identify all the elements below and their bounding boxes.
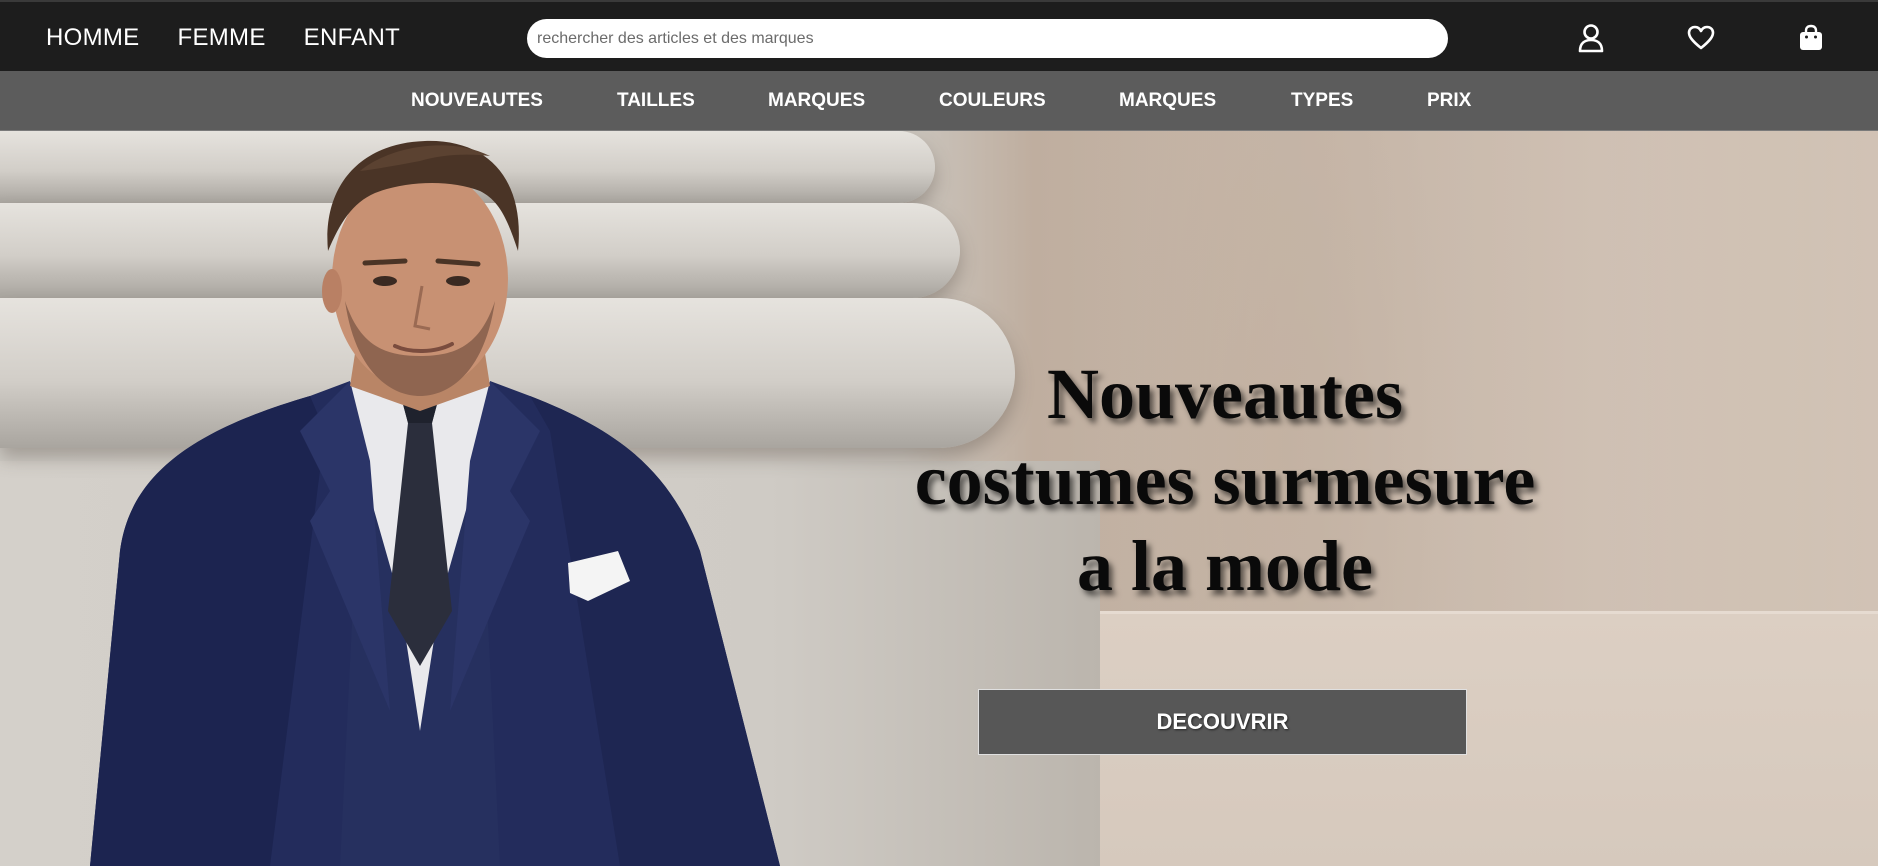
category-nouveautes[interactable]: NOUVEAUTES: [411, 71, 543, 131]
hero-title-line-1: Nouveautes: [1047, 354, 1403, 434]
account-button[interactable]: [1574, 21, 1608, 55]
shopping-bag-icon: [1800, 24, 1822, 50]
search-input[interactable]: [527, 19, 1448, 58]
hero-model-image: [90, 140, 780, 866]
nav-homme[interactable]: HOMME: [46, 24, 140, 52]
discover-button[interactable]: DECOUVRIR: [978, 689, 1467, 755]
category-marques-2[interactable]: MARQUES: [1119, 71, 1216, 131]
top-header: HOMME FEMME ENFANT: [0, 0, 1878, 71]
category-tailles[interactable]: TAILLES: [617, 71, 695, 131]
nav-femme[interactable]: FEMME: [178, 24, 266, 52]
user-icon: [1578, 24, 1604, 53]
category-nav: NOUVEAUTES TAILLES MARQUES COULEURS MARQ…: [0, 71, 1878, 131]
wishlist-button[interactable]: [1684, 21, 1718, 55]
heart-icon: [1687, 25, 1715, 50]
hero-title: Nouveautes costumes surmesure a la mode: [860, 351, 1590, 609]
hero-title-line-3: a la mode: [1077, 526, 1373, 606]
nav-enfant[interactable]: ENFANT: [304, 24, 400, 52]
cart-button[interactable]: [1794, 21, 1828, 55]
hero-banner: Nouveautes costumes surmesure a la mode …: [0, 131, 1878, 866]
hero-title-line-2: costumes surmesure: [914, 440, 1536, 520]
category-types[interactable]: TYPES: [1291, 71, 1353, 131]
category-couleurs[interactable]: COULEURS: [939, 71, 1046, 131]
gender-nav: HOMME FEMME ENFANT: [46, 2, 400, 73]
category-prix[interactable]: PRIX: [1427, 71, 1471, 131]
category-marques[interactable]: MARQUES: [768, 71, 865, 131]
